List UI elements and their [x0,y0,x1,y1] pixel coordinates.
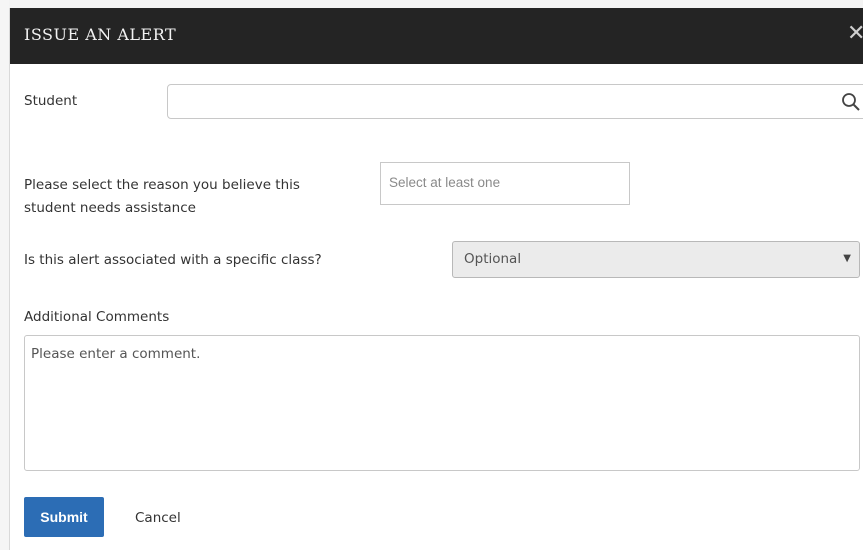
class-select-value: Optional [464,251,522,267]
class-select[interactable]: Optional ▼ [452,241,860,278]
student-label: Student [24,93,78,109]
issue-alert-dialog: ISSUE AN ALERT ✕ Student Please select t… [9,8,863,550]
reason-select[interactable]: Select at least one [380,162,630,205]
chevron-down-icon: ▼ [843,253,851,264]
close-icon[interactable]: ✕ [847,21,863,47]
student-search-input[interactable] [167,84,863,119]
background-gutter [0,0,9,550]
comments-textarea[interactable]: Please enter a comment. [24,335,860,471]
dialog-header: ISSUE AN ALERT ✕ [10,8,863,64]
cancel-link[interactable]: Cancel [135,507,181,529]
reason-label-line1: Please select the reason you believe thi… [24,177,300,193]
comments-placeholder: Please enter a comment. [31,346,201,362]
reason-placeholder: Select at least one [389,175,501,190]
reason-label-line2: student needs assistance [24,200,196,216]
search-icon[interactable] [840,91,862,113]
class-label: Is this alert associated with a specific… [24,252,322,268]
submit-button[interactable]: Submit [24,497,104,537]
comments-label: Additional Comments [24,309,170,325]
dialog-title: ISSUE AN ALERT [24,25,177,44]
